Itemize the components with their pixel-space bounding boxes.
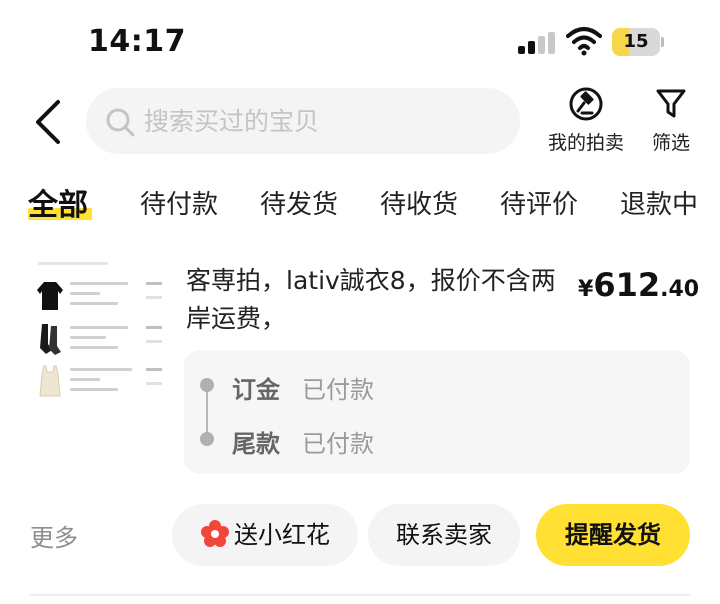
product-thumbnail[interactable] (30, 258, 166, 402)
more-button[interactable]: 更多 (30, 518, 78, 553)
deposit-dot (200, 378, 214, 392)
filter-button[interactable]: 筛选 (642, 86, 700, 155)
tab-all[interactable]: 全部 (28, 180, 88, 224)
tab-pending-review[interactable]: 待评价 (500, 184, 578, 221)
send-flower-label: 送小红花 (234, 521, 330, 549)
deposit-status: 已付款 (302, 376, 374, 404)
order-status-tabs: 全部 待付款 待发货 待收货 待评价 退款中 (0, 176, 720, 230)
balance-status: 已付款 (302, 430, 374, 458)
contact-seller-button[interactable]: 联系卖家 (368, 504, 520, 566)
back-chevron-icon[interactable] (28, 96, 68, 148)
tab-pending-payment[interactable]: 待付款 (140, 184, 218, 221)
deposit-label: 订金 (232, 376, 280, 404)
send-flower-button[interactable]: 送小红花 (172, 504, 358, 566)
gavel-icon (569, 87, 603, 121)
price-currency: ¥ (578, 277, 594, 302)
my-auction-label: 我的拍卖 (547, 132, 624, 154)
search-icon (106, 108, 135, 137)
remind-shipment-button[interactable]: 提醒发货 (536, 504, 690, 566)
battery-icon: 15 (612, 28, 664, 56)
price-integer: 612 (593, 266, 661, 304)
order-title[interactable]: 客専拍，lativ誠衣8，报价不含两岸运费， (186, 262, 556, 338)
status-time: 14:17 (88, 24, 186, 59)
balance-label: 尾款 (232, 430, 280, 458)
order-price: ¥612.40 (578, 266, 699, 304)
black-socks-image (40, 324, 61, 355)
flower-icon (201, 520, 229, 547)
balance-dot (200, 432, 214, 446)
payment-status-panel: 订金 已付款 尾款 已付款 (184, 350, 690, 474)
cellular-signal-icon (518, 32, 558, 54)
filter-label: 筛选 (651, 132, 690, 154)
tab-refunding[interactable]: 退款中 (620, 184, 698, 221)
filter-funnel-icon (656, 89, 686, 118)
battery-level: 15 (623, 31, 649, 52)
search-bar[interactable] (86, 88, 520, 154)
black-sweater-image (37, 282, 63, 310)
cream-top-image (39, 365, 61, 397)
search-input[interactable] (144, 88, 504, 154)
tab-pending-shipment[interactable]: 待发货 (260, 184, 338, 221)
status-bar: 14:17 15 (0, 0, 720, 84)
tab-pending-receipt[interactable]: 待收货 (380, 184, 458, 221)
wifi-icon (566, 27, 602, 56)
order-divider (30, 594, 690, 596)
my-auction-button[interactable]: 我的拍卖 (540, 86, 632, 155)
price-decimal: .40 (660, 277, 700, 302)
